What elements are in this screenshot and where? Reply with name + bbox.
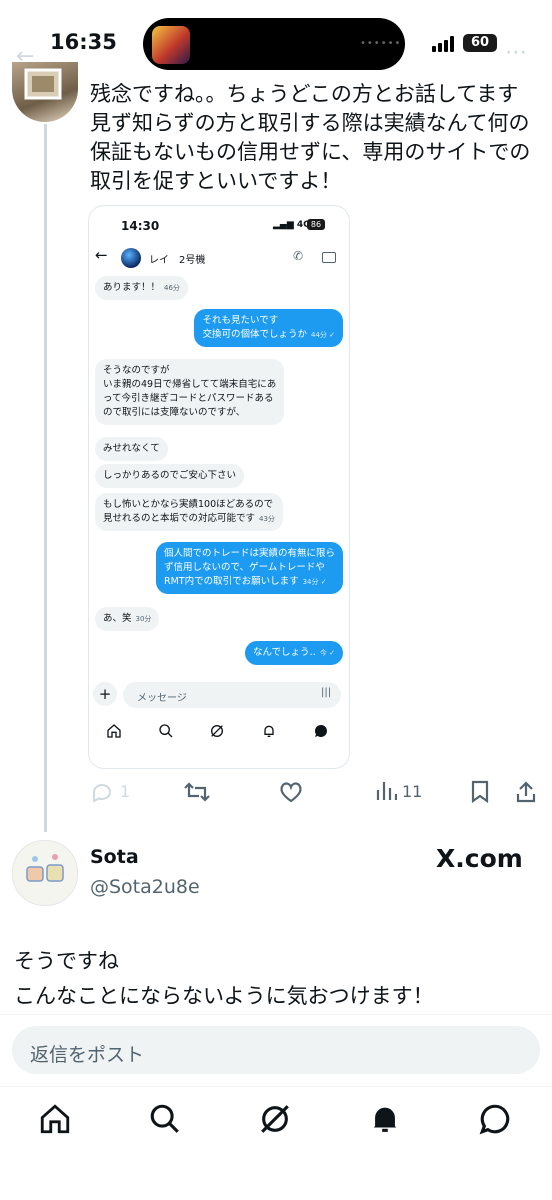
contact-avatar bbox=[121, 248, 141, 268]
message-text: そうなのですが bbox=[103, 365, 170, 376]
notifications-icon[interactable] bbox=[368, 1102, 402, 1136]
message-text: 個人間でのトレードは実績の有無に限ら bbox=[163, 548, 335, 559]
reply-author-avatar[interactable] bbox=[12, 840, 78, 906]
message-text: ず信用しないので、ゲームトレードや bbox=[163, 562, 325, 573]
grok-icon[interactable] bbox=[258, 1102, 292, 1136]
view-count: 11 bbox=[402, 782, 423, 801]
message-text: それも見たいです bbox=[202, 315, 279, 326]
live-activity-app-icon bbox=[152, 26, 190, 64]
reply-author-handle[interactable]: @Sota2u8e bbox=[90, 876, 200, 898]
message-input-placeholder: メッセージ bbox=[137, 693, 187, 704]
search-icon[interactable] bbox=[148, 1102, 182, 1136]
video-icon bbox=[322, 252, 336, 263]
like-icon[interactable] bbox=[278, 780, 304, 804]
message-text: あります！！ bbox=[103, 282, 161, 293]
reply-author-name[interactable]: Sota bbox=[90, 846, 139, 868]
screenshot-battery-icon: 86 bbox=[307, 219, 325, 230]
message-text: みせれなくて bbox=[103, 443, 160, 454]
message-text: RMT内での取引でお願いします bbox=[163, 576, 299, 587]
message-text: もし怖いとかなら実績100ほどあるので bbox=[103, 499, 274, 510]
thread-line bbox=[44, 124, 47, 832]
received-message-bubble: あ、笑 30分 bbox=[95, 607, 160, 631]
home-icon[interactable] bbox=[38, 1102, 72, 1136]
share-icon[interactable] bbox=[514, 780, 538, 804]
screenshot-time: 14:30 bbox=[121, 219, 160, 233]
message-text: しっかりあるのでご安心下さい bbox=[103, 470, 237, 481]
received-message-bubble: そうなのですがいま親の49日で帰省してて端末自宅にあ って今引き継ぎコードとパスワ… bbox=[95, 359, 285, 425]
message-text: あ、笑 bbox=[103, 613, 132, 624]
message-time: 30分 bbox=[135, 615, 152, 623]
message-text: いま親の49日で帰省してて端末自宅にあ bbox=[103, 379, 277, 390]
bookmark-icon[interactable] bbox=[470, 780, 490, 804]
screenshot-home-icon bbox=[107, 724, 121, 738]
author-avatar[interactable] bbox=[12, 62, 78, 122]
divider bbox=[0, 1014, 552, 1015]
phone-icon: ✆ bbox=[293, 249, 304, 263]
reply-count: 1 bbox=[120, 782, 131, 801]
more-icon[interactable]: ⋯ bbox=[505, 40, 527, 65]
signal-icon bbox=[432, 36, 454, 52]
sent-message-bubble: 個人間でのトレードは実績の有無に限ら ず信用しないので、ゲームトレードや RMT内で… bbox=[155, 542, 343, 594]
message-time: 今 ✓ bbox=[319, 649, 335, 657]
message-text: ので取引には支障ないのですが、 bbox=[103, 407, 246, 418]
message-time: 44分 ✓ bbox=[311, 331, 335, 339]
reply-icon[interactable] bbox=[90, 780, 114, 804]
received-message-bubble: もし怖いとかなら実績100ほどあるので 見せれるのと本垢での対応可能です 43分 bbox=[95, 493, 283, 531]
screenshot-grok-icon bbox=[211, 725, 223, 737]
message-time: 34分 ✓ bbox=[302, 578, 327, 586]
tweet-text: 残念ですね。。ちょうどこの方とお話してます 見ず知らずの方と取引する際は実績なん… bbox=[90, 82, 531, 193]
screenshot-search-icon bbox=[159, 724, 173, 738]
received-message-bubble: あります！！ 46分 bbox=[95, 276, 188, 300]
status-time: 16:35 bbox=[50, 30, 117, 54]
attached-screenshot[interactable]: 14:30 ▂▄▆ 4G 86 ← レイ 2号機 ✆ あります！！ 46分 それも見… bbox=[88, 205, 350, 769]
received-message-bubble: みせれなくて bbox=[95, 437, 168, 461]
screenshot-network: ▂▄▆ 4G bbox=[273, 220, 311, 230]
x-com-watermark: X.com bbox=[436, 844, 523, 873]
sent-message-bubble: なんでしょう‥ 今 ✓ bbox=[245, 641, 343, 665]
voice-icon: ||| bbox=[321, 687, 332, 698]
screenshot-back-icon: ← bbox=[95, 246, 108, 264]
message-text: って今引き継ぎコードとパスワードある bbox=[103, 393, 274, 404]
plus-icon: + bbox=[93, 682, 117, 706]
message-time: 43分 bbox=[259, 515, 275, 523]
island-activity-dots: •••••• bbox=[360, 38, 402, 49]
received-message-bubble: しっかりあるのでご安心下さい bbox=[95, 464, 245, 488]
reply-input-placeholder: 返信をポスト bbox=[30, 1044, 145, 1066]
divider bbox=[0, 1086, 552, 1087]
contact-name: レイ 2号機 bbox=[149, 255, 206, 266]
repost-icon[interactable] bbox=[183, 780, 211, 804]
message-text: 交換可の個体でしょうか bbox=[202, 329, 307, 340]
message-text: 見せれるのと本垢での対応可能です bbox=[103, 513, 256, 524]
screenshot-bell-icon bbox=[264, 725, 274, 737]
message-text: なんでしょう‥ bbox=[253, 647, 316, 658]
screenshot-messages-icon bbox=[314, 725, 327, 737]
sent-message-bubble: それも見たいです交換可の個体でしょうか 44分 ✓ bbox=[194, 309, 343, 347]
reply-text: そうですね こんなことにならないように気おつけます！ bbox=[14, 949, 434, 1008]
views-icon[interactable] bbox=[375, 780, 397, 802]
messages-icon[interactable] bbox=[478, 1102, 512, 1136]
message-time: 46分 bbox=[164, 284, 180, 292]
battery-icon: 60 bbox=[463, 34, 497, 52]
